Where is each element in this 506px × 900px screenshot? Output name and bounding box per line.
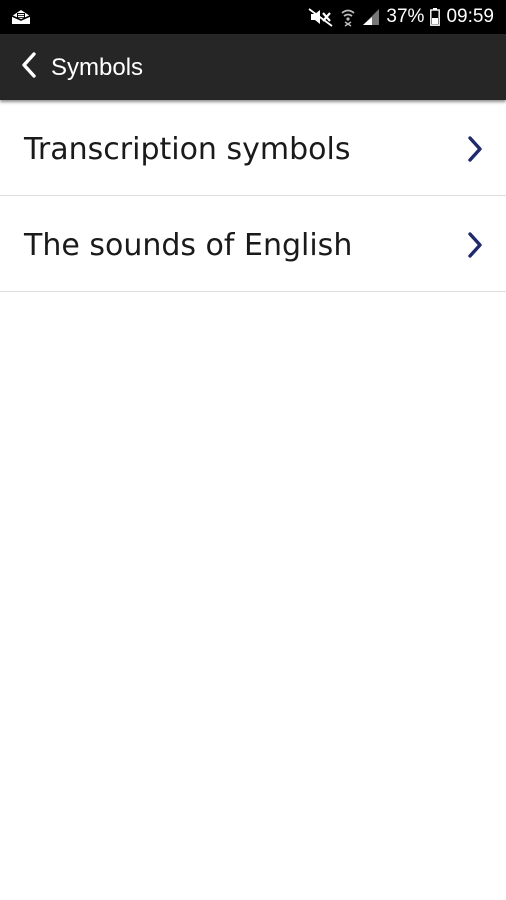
notification-icon: [10, 7, 32, 27]
list-item-transcription-symbols[interactable]: Transcription symbols: [0, 100, 506, 196]
wifi-icon: [340, 7, 356, 27]
back-button[interactable]: [10, 47, 48, 87]
battery-icon: [430, 8, 441, 26]
chevron-right-icon: [466, 231, 484, 259]
battery-percent: 37%: [386, 6, 425, 27]
mute-icon: [308, 7, 334, 27]
page-title: Symbols: [51, 54, 144, 81]
status-bar: 37% 09:59: [0, 0, 506, 34]
menu-list: Transcription symbols The sounds of Engl…: [0, 100, 506, 292]
list-item-sounds-of-english[interactable]: The sounds of English: [0, 196, 506, 292]
list-item-label: The sounds of English: [24, 228, 353, 263]
chevron-right-icon: [466, 135, 484, 163]
status-right-group: 37% 09:59: [308, 0, 494, 34]
signal-icon: [362, 7, 380, 27]
clock: 09:59: [446, 6, 494, 27]
screen: 37% 09:59 Symbols Transcription symbols …: [0, 0, 506, 900]
app-bar: Symbols: [0, 34, 506, 100]
back-arrow-icon: [19, 50, 39, 85]
list-item-label: Transcription symbols: [24, 132, 351, 167]
